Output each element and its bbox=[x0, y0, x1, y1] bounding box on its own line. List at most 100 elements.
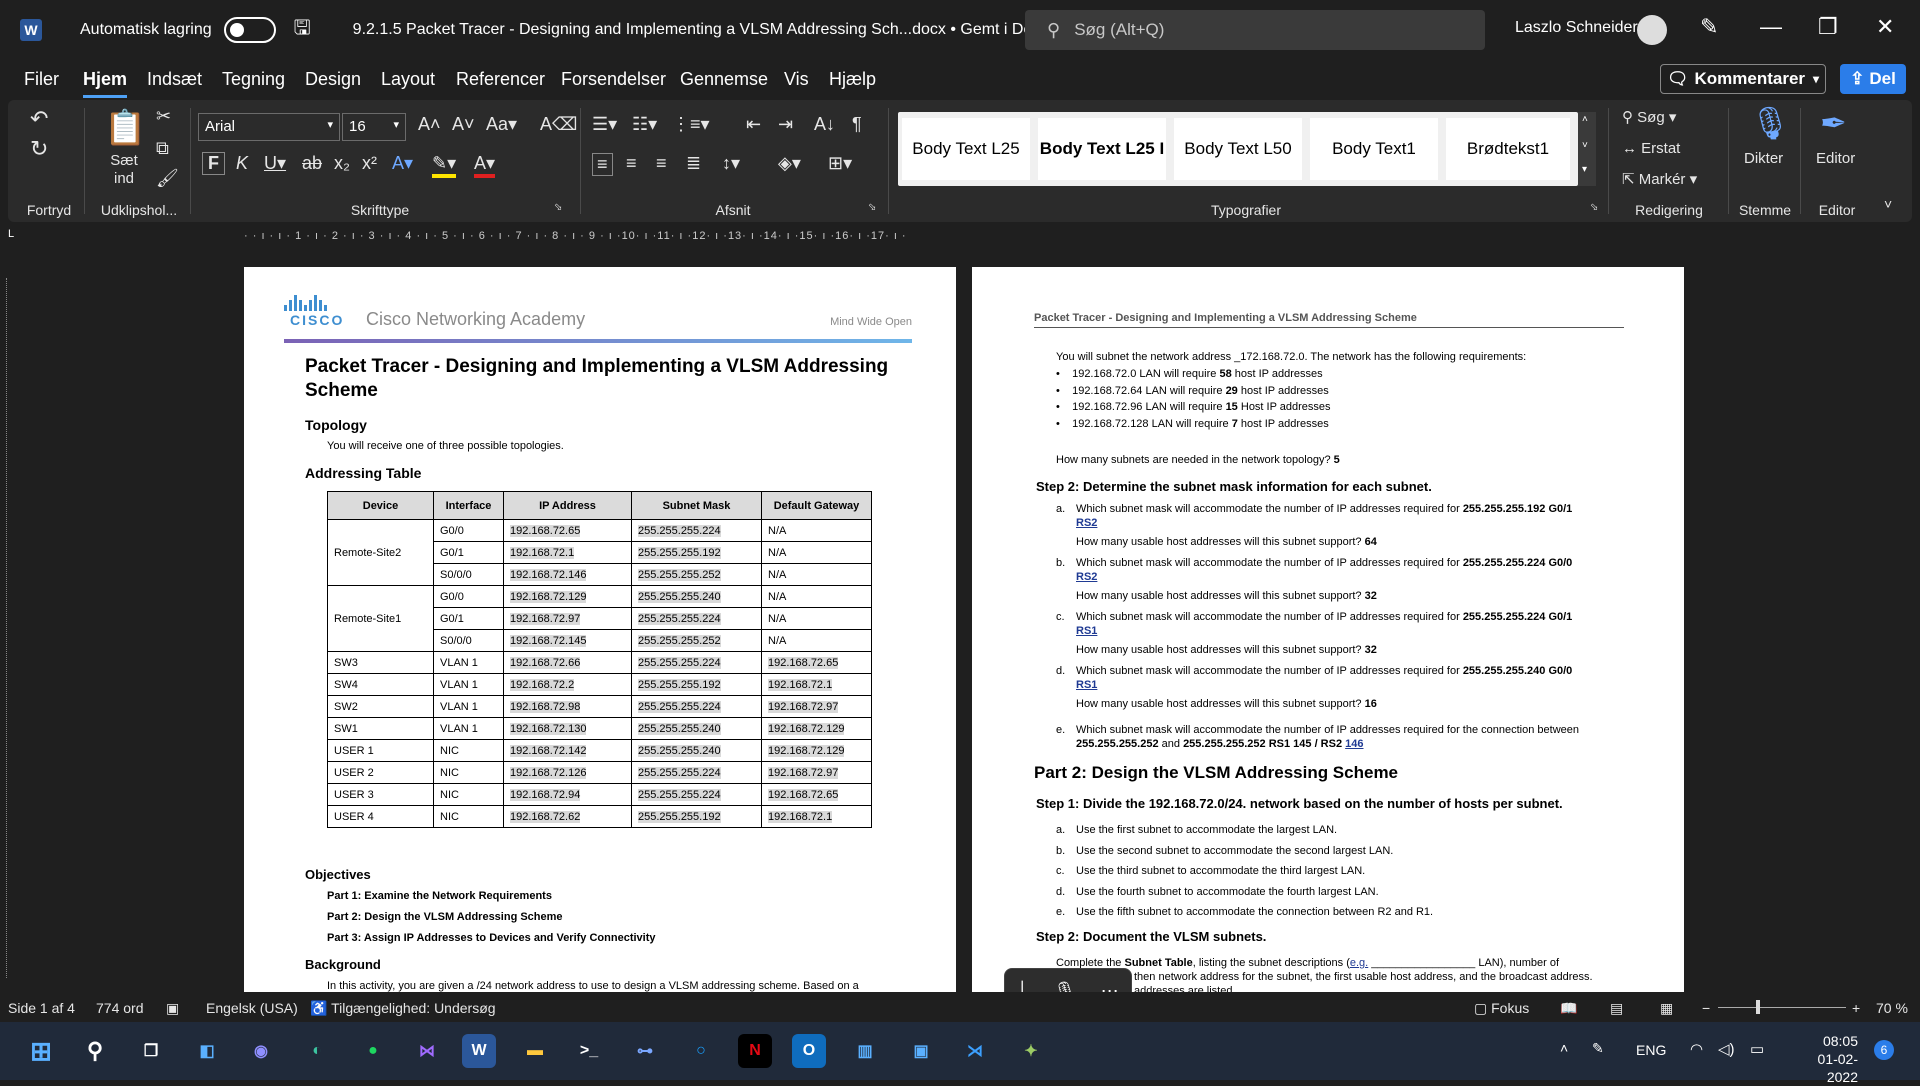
show-formatting-icon[interactable]: ¶ bbox=[852, 114, 862, 135]
accessibility-status[interactable]: ♿ Tilgængelighed: Undersøg bbox=[310, 1000, 496, 1017]
zoom-in-icon[interactable]: + bbox=[1852, 1000, 1860, 1016]
font-size-select[interactable]: 16 ▾ bbox=[342, 113, 406, 141]
align-left-icon[interactable]: ≡ bbox=[592, 153, 613, 176]
proofing-icon[interactable]: ▣ bbox=[166, 1000, 179, 1017]
italic-icon[interactable]: K bbox=[236, 153, 248, 174]
document-page-2[interactable]: Packet Tracer - Designing and Implementi… bbox=[972, 267, 1684, 992]
autosave-toggle[interactable] bbox=[223, 17, 276, 43]
tab-view[interactable]: Vis bbox=[784, 69, 809, 90]
notification-badge[interactable]: 6 bbox=[1874, 1040, 1894, 1060]
text-effects-icon[interactable]: A▾ bbox=[392, 153, 413, 174]
shading-icon[interactable]: ◈▾ bbox=[778, 153, 801, 174]
pen-input-icon[interactable]: ✎ bbox=[1592, 1040, 1604, 1057]
answer-link[interactable]: RS1 bbox=[1076, 679, 1097, 691]
document-page-1[interactable]: CISCO Cisco Networking Academy Mind Wide… bbox=[244, 267, 956, 992]
focus-button[interactable]: ▢ Fokus bbox=[1474, 1000, 1529, 1017]
terminal-icon[interactable]: >_ bbox=[572, 1034, 606, 1068]
tab-design[interactable]: Design bbox=[305, 69, 361, 90]
align-right-icon[interactable]: ≡ bbox=[656, 153, 667, 174]
clock[interactable]: 08:05 01-02-2022 bbox=[1788, 1032, 1858, 1086]
answer-link[interactable]: RS2 bbox=[1076, 571, 1097, 583]
remote-desktop-icon[interactable]: ▣ bbox=[904, 1034, 938, 1068]
close-icon[interactable]: ✕ bbox=[1876, 14, 1894, 40]
replace-button[interactable]: ↔ Erstat bbox=[1622, 140, 1680, 157]
save-icon[interactable]: 🖫 bbox=[294, 13, 311, 47]
zoom-level[interactable]: 70 % bbox=[1876, 1000, 1908, 1016]
dialog-launcher-icon[interactable]: ⬂ bbox=[868, 202, 876, 213]
redo-icon[interactable]: ↻ bbox=[30, 136, 48, 162]
decrease-indent-icon[interactable]: ⇤ bbox=[746, 114, 761, 135]
zoom-out-icon[interactable]: − bbox=[1702, 1000, 1710, 1016]
microphone-icon[interactable]: 🎙 bbox=[1750, 104, 1791, 142]
increase-indent-icon[interactable]: ⇥ bbox=[778, 114, 793, 135]
superscript-icon[interactable]: x² bbox=[362, 153, 377, 174]
battery-icon[interactable]: ▭ bbox=[1750, 1040, 1764, 1058]
file-explorer-icon[interactable]: ▬ bbox=[518, 1034, 552, 1068]
clear-formatting-icon[interactable]: A⌫ bbox=[540, 114, 577, 135]
avatar[interactable] bbox=[1637, 15, 1667, 45]
vscode-icon[interactable]: ⋊ bbox=[958, 1034, 992, 1068]
dialog-launcher-icon[interactable]: ⬂ bbox=[1590, 202, 1598, 213]
cortana-icon[interactable]: ○ bbox=[684, 1034, 718, 1068]
dialog-launcher-icon[interactable]: ⬂ bbox=[554, 202, 562, 213]
document-title[interactable]: 9.2.1.5 Packet Tracer - Designing and Im… bbox=[353, 21, 1081, 39]
tab-insert[interactable]: Indsæt bbox=[147, 69, 202, 90]
designer-pen-icon[interactable]: ✎ bbox=[1700, 14, 1718, 40]
page-count[interactable]: Side 1 af 4 bbox=[8, 1000, 75, 1016]
strikethrough-icon[interactable]: ab bbox=[302, 153, 322, 174]
spotify-icon[interactable]: ● bbox=[356, 1034, 390, 1068]
minimize-icon[interactable]: — bbox=[1760, 14, 1782, 40]
network-app-icon[interactable]: ⊶ bbox=[628, 1034, 662, 1068]
start-icon[interactable]: ⊞ bbox=[24, 1034, 58, 1068]
word-taskbar-icon[interactable]: W bbox=[462, 1034, 496, 1068]
paste-icon[interactable]: 📋 bbox=[104, 108, 146, 148]
web-layout-icon[interactable]: ▦ bbox=[1660, 1000, 1673, 1017]
underline-icon[interactable]: U▾ bbox=[264, 153, 286, 174]
answer-link[interactable]: 146 bbox=[1345, 738, 1363, 750]
tab-home[interactable]: Hjem bbox=[83, 69, 128, 98]
cut-icon[interactable]: ✂ bbox=[156, 106, 171, 127]
tab-layout[interactable]: Layout bbox=[381, 69, 435, 90]
tab-draw[interactable]: Tegning bbox=[222, 69, 285, 90]
outlook-icon[interactable]: O bbox=[792, 1034, 826, 1068]
tab-review[interactable]: Gennemse bbox=[680, 69, 768, 90]
wifi-icon[interactable]: ◠ bbox=[1690, 1040, 1703, 1058]
dictate-label[interactable]: Dikter bbox=[1744, 150, 1783, 167]
horizontal-ruler[interactable]: · · ı · ı · 1 · ı · 2 · ı · 3 · ı · 4 · … bbox=[244, 230, 916, 244]
borders-icon[interactable]: ⊞▾ bbox=[828, 153, 852, 174]
comments-button[interactable]: 🗨 Kommentarer ▾ bbox=[1660, 64, 1826, 94]
packet-tracer-icon[interactable]: ✦ bbox=[1014, 1034, 1048, 1068]
font-color-icon[interactable]: A▾ bbox=[474, 153, 496, 178]
bold-icon[interactable]: F bbox=[202, 152, 225, 175]
visual-studio-icon[interactable]: ⋈ bbox=[410, 1034, 444, 1068]
search-icon[interactable]: ⚲ bbox=[78, 1034, 112, 1068]
find-button[interactable]: ⚲ Søg ▾ bbox=[1622, 108, 1676, 126]
bullets-icon[interactable]: ☰▾ bbox=[592, 114, 617, 135]
answer-link[interactable]: RS2 bbox=[1076, 517, 1097, 529]
share-button[interactable]: ⇪ Del bbox=[1840, 64, 1906, 94]
grow-font-icon[interactable]: A˄ bbox=[418, 114, 441, 135]
user-name[interactable]: Laszlo Schneider bbox=[1515, 19, 1638, 37]
tab-file[interactable]: Filer bbox=[24, 69, 59, 90]
widgets-icon[interactable]: ◧ bbox=[190, 1034, 224, 1068]
editor-pen-icon[interactable]: ✒ bbox=[1820, 104, 1847, 142]
volume-icon[interactable]: ◁) bbox=[1718, 1040, 1735, 1058]
tab-help[interactable]: Hjælp bbox=[829, 69, 876, 90]
search-box[interactable]: ⚲ Søg (Alt+Q) bbox=[1025, 10, 1485, 50]
tab-references[interactable]: Referencer bbox=[456, 69, 545, 90]
vertical-ruler[interactable] bbox=[0, 248, 24, 992]
multilevel-list-icon[interactable]: ⋮≡▾ bbox=[672, 114, 710, 135]
collapse-ribbon-icon[interactable]: ˅ bbox=[1884, 196, 1892, 212]
editor-label[interactable]: Editor bbox=[1816, 150, 1855, 167]
subscript-icon[interactable]: x₂ bbox=[334, 153, 350, 174]
numbering-icon[interactable]: ☷▾ bbox=[632, 114, 657, 135]
zoom-slider-thumb[interactable] bbox=[1756, 1000, 1760, 1014]
highlight-icon[interactable]: ✎▾ bbox=[432, 153, 457, 178]
tab-mailings[interactable]: Forsendelser bbox=[561, 69, 666, 90]
answer-link[interactable]: RS1 bbox=[1076, 625, 1097, 637]
chevron-up-icon[interactable]: ˄ bbox=[1560, 1040, 1568, 1056]
change-case-icon[interactable]: Aa▾ bbox=[486, 114, 517, 135]
copy-icon[interactable]: ⧉ bbox=[156, 138, 169, 159]
language[interactable]: Engelsk (USA) bbox=[206, 1000, 298, 1016]
edge-icon[interactable]: ◐ bbox=[300, 1034, 334, 1068]
